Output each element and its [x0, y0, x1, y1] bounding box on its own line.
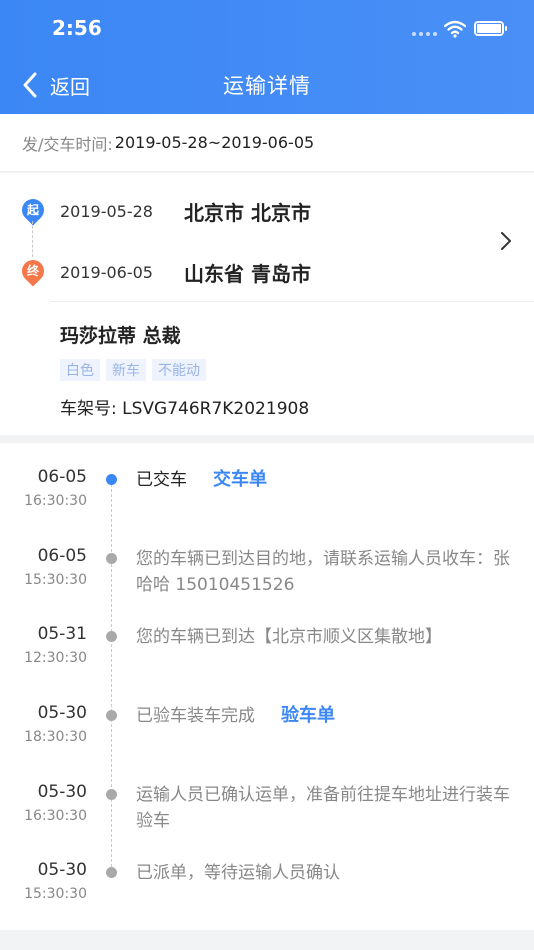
vehicle-tag: 白色: [60, 359, 100, 381]
timeline-text: 已交车 交车单: [136, 467, 516, 493]
vin-value: LSVG746R7K2021908: [122, 399, 310, 419]
end-date: 2019-06-05: [60, 263, 153, 282]
end-place: 山东省 青岛市: [184, 262, 311, 286]
vin-row: 车架号: LSVG746R7K2021908: [60, 394, 309, 419]
timeline-dot: [106, 710, 117, 721]
timeline-card: 06-05 16:30:30 已交车 交车单 06-05 15:30:30 您的车…: [0, 443, 534, 930]
timeline-dot: [106, 867, 117, 878]
delivery-time-row: 发/交车时间: 2019-05-28~2019-06-05: [0, 114, 534, 172]
route-end-row: 终 2019-06-05 山东省 青岛市: [17, 254, 311, 287]
timeline-text: 运输人员已确认运单，准备前往提车地址进行装车验车: [136, 785, 510, 831]
timeline-line: [111, 479, 112, 877]
timeline-time: 18:30:30: [24, 729, 87, 745]
timeline-date: 06-05: [37, 546, 87, 566]
timeline-time: 12:30:30: [24, 650, 87, 666]
battery-icon: [474, 21, 507, 36]
timeline-time: 15:30:30: [24, 886, 87, 902]
start-date: 2019-05-28: [60, 202, 153, 221]
wifi-icon: [444, 20, 466, 38]
timeline-text: 已验车装车完成 验车单: [136, 703, 516, 729]
timeline-date: 05-30: [37, 782, 87, 802]
divider: [50, 301, 534, 302]
delivery-time-value: 2019-05-28~2019-06-05: [114, 133, 315, 152]
vin-label: 车架号:: [60, 399, 117, 419]
vehicle-tag: 新车: [106, 359, 146, 381]
route-card[interactable]: 起 2019-05-28 北京市 北京市 终 2019-06-05 山东省 青岛…: [0, 173, 534, 435]
timeline-dot: [106, 553, 117, 564]
vehicle-tags: 白色 新车 不能动: [60, 359, 206, 381]
chevron-right-icon[interactable]: [500, 231, 512, 251]
inspection-note-link[interactable]: 验车单: [281, 705, 335, 726]
delivery-note-link[interactable]: 交车单: [213, 469, 267, 490]
timeline-dot: [106, 631, 117, 642]
route-start-row: 起 2019-05-28 北京市 北京市: [17, 193, 311, 226]
timeline-dot: [106, 789, 117, 800]
timeline-text: 您的车辆已到达【北京市顺义区集散地】: [136, 627, 442, 647]
start-place: 北京市 北京市: [184, 201, 311, 225]
timeline-status: 已交车: [136, 470, 187, 490]
timeline-time: 16:30:30: [24, 493, 87, 509]
end-marker-icon: 终: [17, 254, 49, 287]
timeline-text: 您的车辆已到达目的地，请联系运输人员收车：张哈哈 15010451526: [136, 549, 510, 595]
timeline-date: 06-05: [37, 467, 87, 487]
timeline-dot: [106, 474, 117, 485]
timeline-status: 已验车装车完成: [136, 706, 255, 726]
timeline-date: 05-31: [37, 624, 87, 644]
status-time: 2:56: [52, 16, 102, 40]
vehicle-tag: 不能动: [152, 359, 206, 381]
start-marker-icon: 起: [17, 193, 49, 226]
timeline-text: 已派单，等待运输人员确认: [136, 863, 340, 883]
timeline-date: 05-30: [37, 703, 87, 723]
timeline-date: 05-30: [37, 860, 87, 880]
timeline-time: 16:30:30: [24, 808, 87, 824]
page-title: 运输详情: [223, 74, 311, 98]
route-connector: [32, 221, 33, 257]
nav-header: 2:56 返回 运输详情: [0, 0, 534, 114]
delivery-time-label: 发/交车时间:: [22, 134, 113, 154]
timeline-time: 15:30:30: [24, 572, 87, 588]
vehicle-name: 玛莎拉蒂 总裁: [60, 325, 181, 347]
signal-icon: [412, 32, 437, 36]
